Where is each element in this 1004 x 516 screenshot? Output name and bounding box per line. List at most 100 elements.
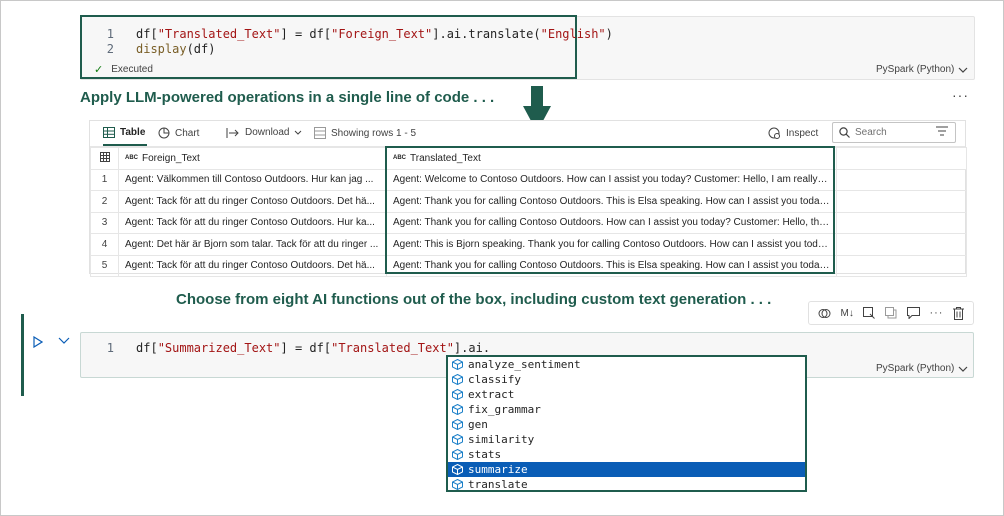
code-string: "English" <box>540 27 606 41</box>
suggestion-item-selected[interactable]: summarize <box>448 462 805 477</box>
download-label: Download <box>245 127 290 138</box>
table-row[interactable]: 1 Agent: Välkommen till Contoso Outdoors… <box>90 168 967 191</box>
inspect-icon <box>768 127 780 139</box>
suggestion-item[interactable]: extract <box>448 387 805 402</box>
execution-status: ✓ Executed <box>94 63 153 76</box>
suggestion-label: gen <box>468 418 488 431</box>
code-token: df[ <box>136 341 158 355</box>
column-header-label: Translated_Text <box>410 152 481 164</box>
more-options-icon[interactable]: ··· <box>929 307 943 319</box>
inspect-button[interactable]: Inspect <box>768 127 818 140</box>
code-token: ] = df[ <box>280 341 332 355</box>
suggestion-item[interactable]: fix_grammar <box>448 402 805 417</box>
method-icon <box>452 434 463 445</box>
cell-translated-text[interactable]: Agent: This is Bjorn speaking. Thank you… <box>386 233 837 256</box>
code-token: (df) <box>186 42 216 56</box>
suggestion-item[interactable]: similarity <box>448 432 805 447</box>
row-index-header <box>90 147 119 170</box>
code-string: "Translated_Text" <box>331 341 454 355</box>
table-icon <box>103 127 115 138</box>
language-selector-top[interactable]: PySpark (Python) <box>876 64 968 75</box>
suggestion-label: similarity <box>468 433 535 446</box>
code-line-1[interactable]: df["Translated_Text"] = df["Foreign_Text… <box>136 27 613 41</box>
cell-translated-text[interactable]: Agent: Welcome to Contoso Outdoors. How … <box>386 168 837 191</box>
cell-foreign-text[interactable]: Agent: Det här är Bjorn som talar. Tack … <box>118 233 387 256</box>
markdown-icon[interactable]: M↓ <box>840 308 853 319</box>
filter-icon[interactable] <box>936 126 948 136</box>
column-header-translated-text[interactable]: ABC Translated_Text <box>386 147 837 170</box>
rows-label: Showing rows 1 - 5 <box>331 127 417 139</box>
method-icon <box>452 449 463 460</box>
language-selector-bottom[interactable]: PySpark (Python) <box>876 363 968 374</box>
caption-ai-functions: Choose from eight AI functions out of th… <box>176 291 772 308</box>
copilot-icon[interactable] <box>818 307 831 320</box>
tab-chart[interactable]: Chart <box>158 127 199 139</box>
download-button[interactable]: Download <box>226 127 302 138</box>
chevron-down-icon <box>958 67 968 73</box>
row-index: 1 <box>90 168 119 191</box>
table-row[interactable]: 3 Agent: Tack för att du ringer Contoso … <box>90 211 967 234</box>
code-line-1[interactable]: df["Summarized_Text"] = df["Translated_T… <box>136 341 490 355</box>
cell-foreign-text[interactable]: Agent: Tack för att du ringer Contoso Ou… <box>118 254 387 277</box>
chevron-down-icon[interactable] <box>58 337 70 345</box>
cell-empty <box>836 190 967 213</box>
suggestion-item[interactable]: gen <box>448 417 805 432</box>
cell-empty <box>836 168 967 191</box>
select-cell-icon[interactable] <box>863 307 876 319</box>
line-number: 2 <box>106 42 114 56</box>
cell-foreign-text[interactable]: Agent: Välkommen till Contoso Outdoors. … <box>118 168 387 191</box>
code-token: ].ai. <box>453 341 491 355</box>
cell-foreign-text[interactable]: Agent: Tack för att du ringer Contoso Ou… <box>118 211 387 234</box>
method-icon <box>452 479 463 490</box>
code-function: display <box>136 42 187 56</box>
rows-grid-icon <box>314 127 326 139</box>
suggestion-item[interactable]: analyze_sentiment <box>448 357 805 372</box>
trash-icon[interactable] <box>953 306 965 320</box>
code-string: "Translated_Text" <box>157 27 281 41</box>
table-header-row: ABC Foreign_Text ABC Translated_Text <box>90 147 967 170</box>
language-label: PySpark (Python) <box>876 363 955 374</box>
column-header-label: Foreign_Text <box>142 152 200 164</box>
more-options-icon[interactable]: ··· <box>952 87 969 103</box>
tab-table-label: Table <box>120 127 146 138</box>
cell-translated-text[interactable]: Agent: Thank you for calling Contoso Out… <box>386 254 837 277</box>
code-token: df[ <box>136 27 158 41</box>
cell-toolbar: M↓ ··· <box>808 301 974 325</box>
cell-empty <box>836 211 967 234</box>
row-index: 2 <box>90 190 119 213</box>
download-icon <box>226 127 239 138</box>
table-row[interactable]: 2 Agent: Tack för att du ringer Contoso … <box>90 190 967 213</box>
method-icon <box>452 404 463 415</box>
comment-icon[interactable] <box>906 307 920 319</box>
method-icon <box>452 359 463 370</box>
suggestion-label: stats <box>468 448 502 461</box>
suggestion-item[interactable]: classify <box>448 372 805 387</box>
code-token: ] = df[ <box>280 27 332 41</box>
cell-translated-text[interactable]: Agent: Thank you for calling Contoso Out… <box>386 211 837 234</box>
copy-icon[interactable] <box>885 307 897 319</box>
checkmark-icon: ✓ <box>94 64 104 76</box>
suggestion-item[interactable]: translate <box>448 477 805 492</box>
rows-indicator: Showing rows 1 - 5 <box>314 127 416 139</box>
run-cell-icon[interactable] <box>33 336 43 348</box>
table-row[interactable]: 5 Agent: Tack för att du ringer Contoso … <box>90 254 967 277</box>
table-row[interactable]: 4 Agent: Det här är Bjorn som talar. Tac… <box>90 233 967 256</box>
tab-table[interactable]: Table <box>103 127 145 138</box>
chart-icon <box>158 127 170 139</box>
cell-foreign-text[interactable]: Agent: Tack för att du ringer Contoso Ou… <box>118 190 387 213</box>
cell-translated-text[interactable]: Agent: Thank you for calling Contoso Out… <box>386 190 837 213</box>
line-number: 1 <box>106 341 114 355</box>
suggestion-label: classify <box>468 373 521 386</box>
code-line-2[interactable]: display(df) <box>136 42 215 56</box>
autocomplete-dropdown: analyze_sentiment classify extract fix_g… <box>446 355 807 492</box>
result-toolbar: Table Chart Download Showing rows 1 - 5 … <box>90 121 965 147</box>
suggestion-label: fix_grammar <box>468 403 541 416</box>
active-cell-indicator <box>21 314 24 396</box>
column-header-foreign-text[interactable]: ABC Foreign_Text <box>118 147 387 170</box>
suggestion-item[interactable]: stats <box>448 447 805 462</box>
result-table-panel: Table Chart Download Showing rows 1 - 5 … <box>89 120 967 277</box>
column-header-empty <box>836 147 967 170</box>
execution-status-label: Executed <box>111 64 153 75</box>
code-string: "Foreign_Text" <box>331 27 433 41</box>
search-icon <box>839 127 850 138</box>
